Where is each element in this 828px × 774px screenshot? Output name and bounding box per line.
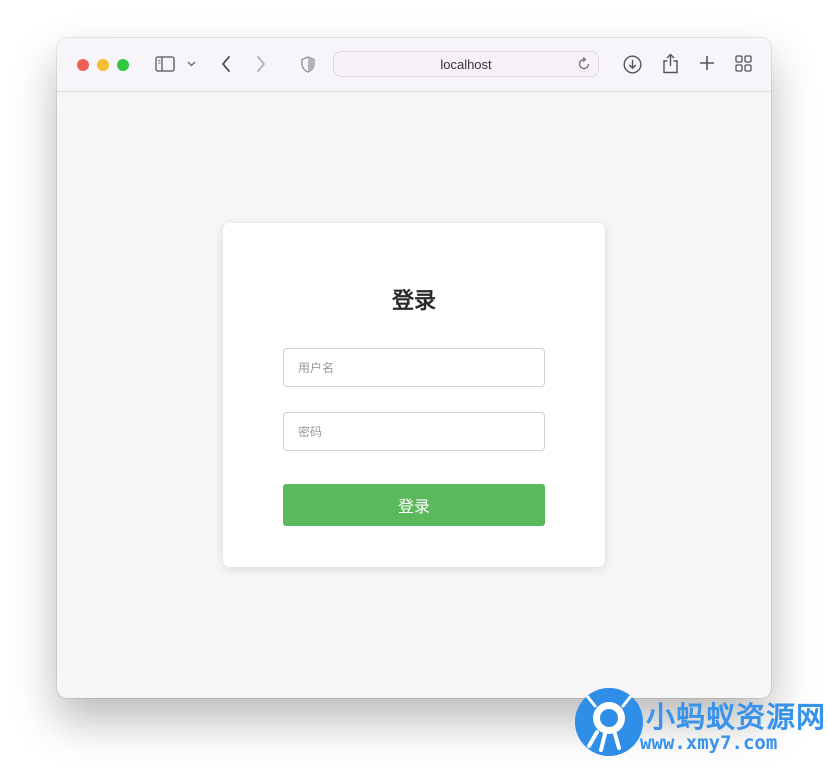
address-text: localhost: [440, 57, 492, 72]
privacy-shield-icon[interactable]: [300, 55, 316, 73]
login-card: 登录 登录: [223, 223, 605, 567]
new-tab-icon[interactable]: [698, 54, 716, 72]
password-input[interactable]: [283, 412, 545, 451]
browser-toolbar: localhost: [57, 38, 771, 92]
browser-window: localhost 登录 登录: [57, 38, 771, 698]
minimize-window-button[interactable]: [97, 59, 109, 71]
watermark-logo-icon: [575, 688, 643, 756]
watermark-url: www.xmy7.com: [640, 732, 778, 754]
close-window-button[interactable]: [77, 59, 89, 71]
login-title: 登录: [391, 289, 436, 314]
sidebar-icon[interactable]: [154, 55, 176, 73]
download-icon[interactable]: [622, 54, 642, 74]
watermark-name: 小蚂蚁资源网: [646, 700, 827, 734]
chevron-down-icon[interactable]: [186, 59, 196, 69]
watermark: 小蚂蚁资源网 www.xmy7.com: [574, 688, 828, 760]
zoom-window-button[interactable]: [117, 59, 129, 71]
address-bar[interactable]: localhost: [333, 51, 599, 77]
tab-overview-icon[interactable]: [734, 54, 752, 72]
login-button[interactable]: 登录: [283, 484, 545, 526]
screenshot: localhost 登录 登录: [0, 0, 828, 774]
forward-icon[interactable]: [254, 55, 268, 73]
reload-icon[interactable]: [576, 56, 592, 72]
back-icon[interactable]: [219, 55, 233, 73]
username-input[interactable]: [283, 348, 545, 387]
share-icon[interactable]: [660, 52, 680, 74]
